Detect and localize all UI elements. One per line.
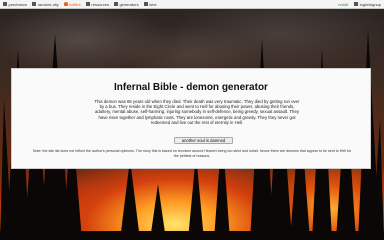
nav-label: hellfire bbox=[69, 1, 81, 7]
flame-icon bbox=[63, 2, 68, 6]
generator-title: Infernal Bible - demon generator bbox=[114, 82, 268, 93]
nav-label: random-city bbox=[37, 1, 59, 7]
user-icon bbox=[354, 2, 359, 6]
box-icon bbox=[143, 2, 148, 6]
nav-label: new bbox=[149, 1, 157, 7]
top-nav-bar: perchance random-city hellfire resources… bbox=[0, 0, 384, 9]
nav-item-random-city[interactable]: random-city bbox=[32, 1, 59, 7]
nav-label: resources bbox=[91, 1, 109, 7]
author-note: Note: the site list does not reflect the… bbox=[32, 149, 352, 158]
nav-item-generators[interactable]: generators bbox=[113, 1, 139, 7]
login-link[interactable]: login/signup bbox=[360, 2, 381, 7]
nav-item-resources[interactable]: resources bbox=[85, 1, 109, 7]
nav-item-new[interactable]: new bbox=[143, 1, 157, 7]
box-icon bbox=[85, 2, 90, 6]
box-icon bbox=[3, 2, 7, 6]
nav-item-hellfire[interactable]: hellfire bbox=[63, 1, 81, 7]
box-icon bbox=[32, 2, 37, 6]
box-icon bbox=[113, 2, 118, 6]
generate-button[interactable]: another soul is damned bbox=[174, 137, 233, 144]
nav-label: perchance bbox=[8, 1, 28, 7]
nav-item-perchance[interactable]: perchance bbox=[3, 2, 27, 7]
nav-label: generators bbox=[119, 1, 139, 7]
generator-panel: Infernal Bible - demon generator This de… bbox=[11, 68, 371, 169]
reddit-link[interactable]: reddit bbox=[338, 2, 348, 7]
demon-description: This demon was 86 years old when they di… bbox=[94, 99, 300, 125]
nav-right-group: reddit login/signup bbox=[338, 2, 384, 7]
